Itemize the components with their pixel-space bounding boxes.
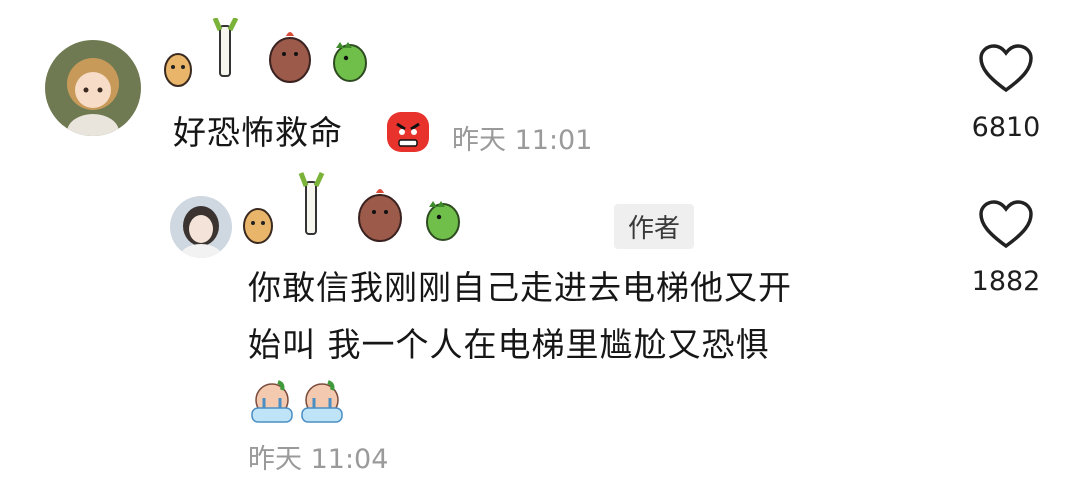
author-badge: 作者: [614, 204, 695, 249]
character-stickers-icon: [164, 16, 367, 87]
avatar-commenter[interactable]: [45, 40, 141, 136]
like-count: 6810: [971, 112, 1041, 143]
crying-emoji-icon: [298, 378, 346, 426]
comment-timestamp: 昨天 11:01: [452, 125, 593, 156]
reply-text-line-1: 你敢信我刚刚自己走进去电梯他又开: [248, 268, 792, 307]
like-heart-icon[interactable]: [978, 199, 1034, 251]
like-heart-icon[interactable]: [978, 43, 1034, 95]
sticker-row: [160, 16, 380, 88]
reply-text-line-2: 始叫 我一个人在电梯里尴尬又恐惧: [248, 325, 770, 364]
reply-timestamp: 昨天 11:04: [248, 444, 389, 475]
avatar-author[interactable]: [170, 196, 232, 258]
crying-emoji-icon: [248, 378, 296, 426]
like-count: 1882: [971, 266, 1041, 297]
sticker-row: [238, 171, 468, 248]
comment-text: 好恐怖救命: [173, 113, 343, 152]
character-stickers-icon: [243, 171, 460, 244]
angry-face-emoji-icon: [385, 108, 431, 154]
